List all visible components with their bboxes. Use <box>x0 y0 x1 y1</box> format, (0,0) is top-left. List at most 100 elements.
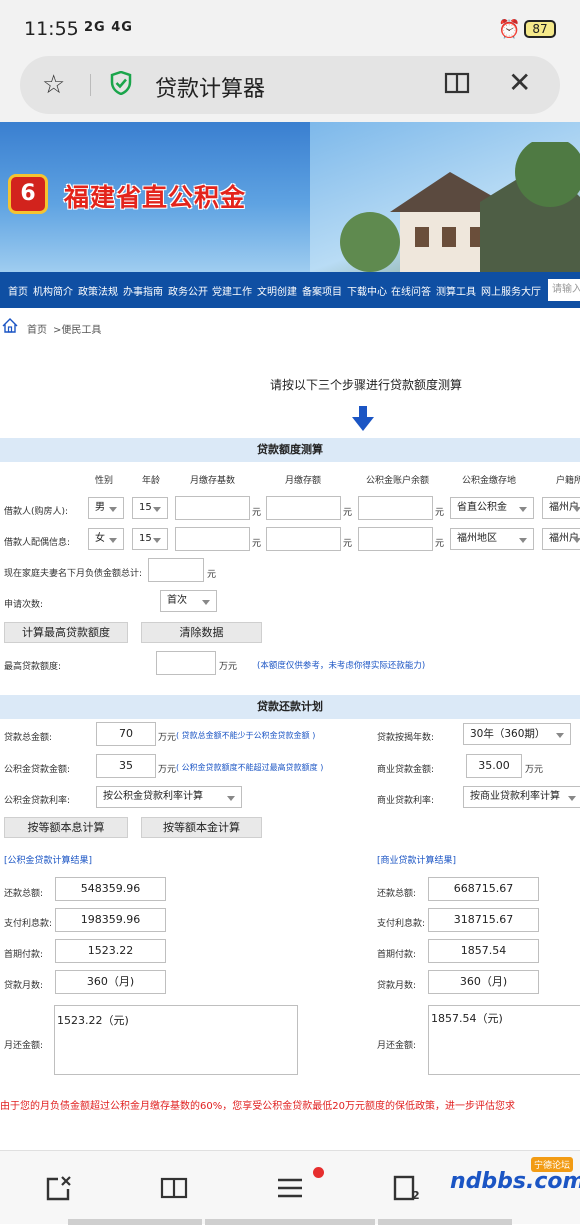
notification-dot <box>313 1167 324 1178</box>
site-logo: 6 <box>8 174 48 214</box>
col-gender: 性别 <box>95 476 114 486</box>
nav-item-qa[interactable]: 在线问答 <box>391 283 431 298</box>
gjj-months-output: 360（月) <box>55 970 166 994</box>
nav-item-public[interactable]: 政务公开 <box>168 283 208 298</box>
section-repay-title: 贷款还款计划 <box>0 695 580 719</box>
col-place: 公积金缴存地 <box>462 476 517 486</box>
debt-label: 现在家庭夫妻名下月负债金额总计: <box>4 569 143 579</box>
result-monthly-label: 月还金额: <box>377 1041 417 1051</box>
total-label: 贷款总金额: <box>4 733 53 743</box>
gjj-label: 公积金贷款金额: <box>4 765 71 775</box>
nav-item-policy[interactable]: 政策法规 <box>78 283 118 298</box>
years-select[interactable]: 30年（360期） <box>463 723 571 745</box>
nav-item-records[interactable]: 备案项目 <box>302 283 342 298</box>
divider <box>90 74 91 96</box>
calc-max-button[interactable]: 计算最高贷款额度 <box>4 622 128 643</box>
bookmarks-icon[interactable] <box>160 1177 188 1199</box>
nav-search-input[interactable]: 请输入 <box>548 279 580 301</box>
age-select[interactable]: 15 <box>132 497 168 519</box>
tabs-icon[interactable]: 2 <box>393 1175 423 1201</box>
debt-input[interactable] <box>148 558 204 582</box>
com-result-title: [商业贷款计算结果] <box>377 856 457 866</box>
watermark-tag: 宁德论坛 <box>531 1157 574 1172</box>
max-output <box>156 651 216 675</box>
breadcrumb-home[interactable]: 首页 <box>27 321 47 336</box>
base-input[interactable] <box>175 496 250 520</box>
result-months-label: 贷款月数: <box>4 981 44 991</box>
spouse-huji-select[interactable]: 福州户 <box>542 528 580 550</box>
main-nav: 首页 机构简介 政策法规 办事指南 政务公开 党建工作 文明创建 备案项目 下载… <box>0 272 580 308</box>
spouse-balance-input[interactable] <box>358 527 433 551</box>
gesture-bar <box>378 1219 512 1225</box>
site-banner: 6 福建省直公积金 <box>0 122 580 272</box>
com-unit: 万元 <box>525 765 544 775</box>
building-illustration <box>340 142 580 272</box>
close-icon[interactable]: ✕ <box>508 66 531 99</box>
close-tab-icon[interactable] <box>46 1175 74 1201</box>
nav-item-tools[interactable]: 测算工具 <box>436 283 476 298</box>
com-interest-output: 318715.67 <box>428 908 539 932</box>
result-first-label: 首期付款: <box>4 950 44 960</box>
col-age: 年龄 <box>142 476 161 486</box>
equal-principal-button[interactable]: 按等额本金计算 <box>141 817 262 838</box>
gjj-first-output: 1523.22 <box>55 939 166 963</box>
max-unit: 万元 <box>219 662 238 672</box>
nav-item-civil[interactable]: 文明创建 <box>257 283 297 298</box>
max-label: 最高贷款额度: <box>4 662 62 672</box>
unit-yuan: 元 <box>343 539 353 549</box>
com-first-output: 1857.54 <box>428 939 539 963</box>
balance-input[interactable] <box>358 496 433 520</box>
col-base: 月缴存基数 <box>190 476 236 486</box>
bookmark-star-icon[interactable]: ☆ <box>42 70 65 100</box>
spouse-age-select[interactable]: 15 <box>132 528 168 550</box>
gjj-input[interactable]: 35 <box>96 754 156 778</box>
spouse-place-select[interactable]: 福州地区 <box>450 528 534 550</box>
nav-item-party[interactable]: 党建工作 <box>212 283 252 298</box>
result-total-label: 还款总额: <box>4 889 44 899</box>
browser-bottom-bar: 2 ndbbs.com 宁德论坛 <box>0 1150 580 1225</box>
nav-item-online-hall[interactable]: 网上服务大厅 <box>481 283 541 298</box>
result-monthly-label: 月还金额: <box>4 1041 44 1051</box>
svg-text:2: 2 <box>412 1189 420 1201</box>
intro-text: 请按以下三个步骤进行贷款额度测算 <box>270 378 463 392</box>
result-interest-label: 支付利息款: <box>4 919 53 929</box>
nav-item-about[interactable]: 机构简介 <box>33 283 73 298</box>
spouse-gender-select[interactable]: 女 <box>88 528 124 550</box>
battery-indicator: 87 <box>524 20 556 38</box>
equal-interest-button[interactable]: 按等额本息计算 <box>4 817 128 838</box>
address-bar[interactable] <box>20 56 560 114</box>
years-label: 贷款按揭年数: <box>377 733 435 743</box>
reader-mode-icon[interactable] <box>444 72 470 94</box>
nav-item-guide[interactable]: 办事指南 <box>123 283 163 298</box>
monthly-deposit-input[interactable] <box>266 496 341 520</box>
gjj-unit: 万元 <box>158 765 177 775</box>
clear-button[interactable]: 清除数据 <box>141 622 262 643</box>
gjj-result-title: [公积金贷款计算结果] <box>4 856 93 866</box>
notice-text: 由于您的月负债金额超过公积金月缴存基数的60%，您享受公积金贷款最低20万元额度… <box>0 1101 515 1112</box>
times-label: 申请次数: <box>4 600 44 610</box>
nav-item-download[interactable]: 下载中心 <box>347 283 387 298</box>
unit-yuan: 元 <box>252 539 262 549</box>
gender-select[interactable]: 男 <box>88 497 124 519</box>
section-quota-title: 贷款额度测算 <box>0 438 580 462</box>
total-input[interactable]: 70 <box>96 722 156 746</box>
gjj-monthly-output: 1523.22（元) <box>54 1005 298 1075</box>
gjj-note: ( 公积金贷款额度不能超过最高贷款额度 ) <box>176 763 324 772</box>
com-input[interactable]: 35.00 <box>466 754 522 778</box>
spouse-monthly-deposit-input[interactable] <box>266 527 341 551</box>
network-indicator: 2G 4G <box>84 20 133 35</box>
huji-select[interactable]: 福州户 <box>542 497 580 519</box>
total-unit: 万元 <box>158 733 177 743</box>
com-months-output: 360（月) <box>428 970 539 994</box>
spouse-base-input[interactable] <box>175 527 250 551</box>
row-borrower-label: 借款人(购房人): <box>4 507 69 517</box>
result-months-label: 贷款月数: <box>377 981 417 991</box>
gjj-rate-select[interactable]: 按公积金贷款利率计算 <box>96 786 242 808</box>
menu-icon[interactable] <box>276 1177 304 1199</box>
nav-item-home[interactable]: 首页 <box>8 283 28 298</box>
times-select[interactable]: 首次 <box>160 590 217 612</box>
com-rate-select[interactable]: 按商业贷款利率计算 <box>463 786 580 808</box>
com-label: 商业贷款金额: <box>377 765 435 775</box>
place-select[interactable]: 省直公积金 <box>450 497 534 519</box>
home-icon[interactable] <box>2 318 18 333</box>
